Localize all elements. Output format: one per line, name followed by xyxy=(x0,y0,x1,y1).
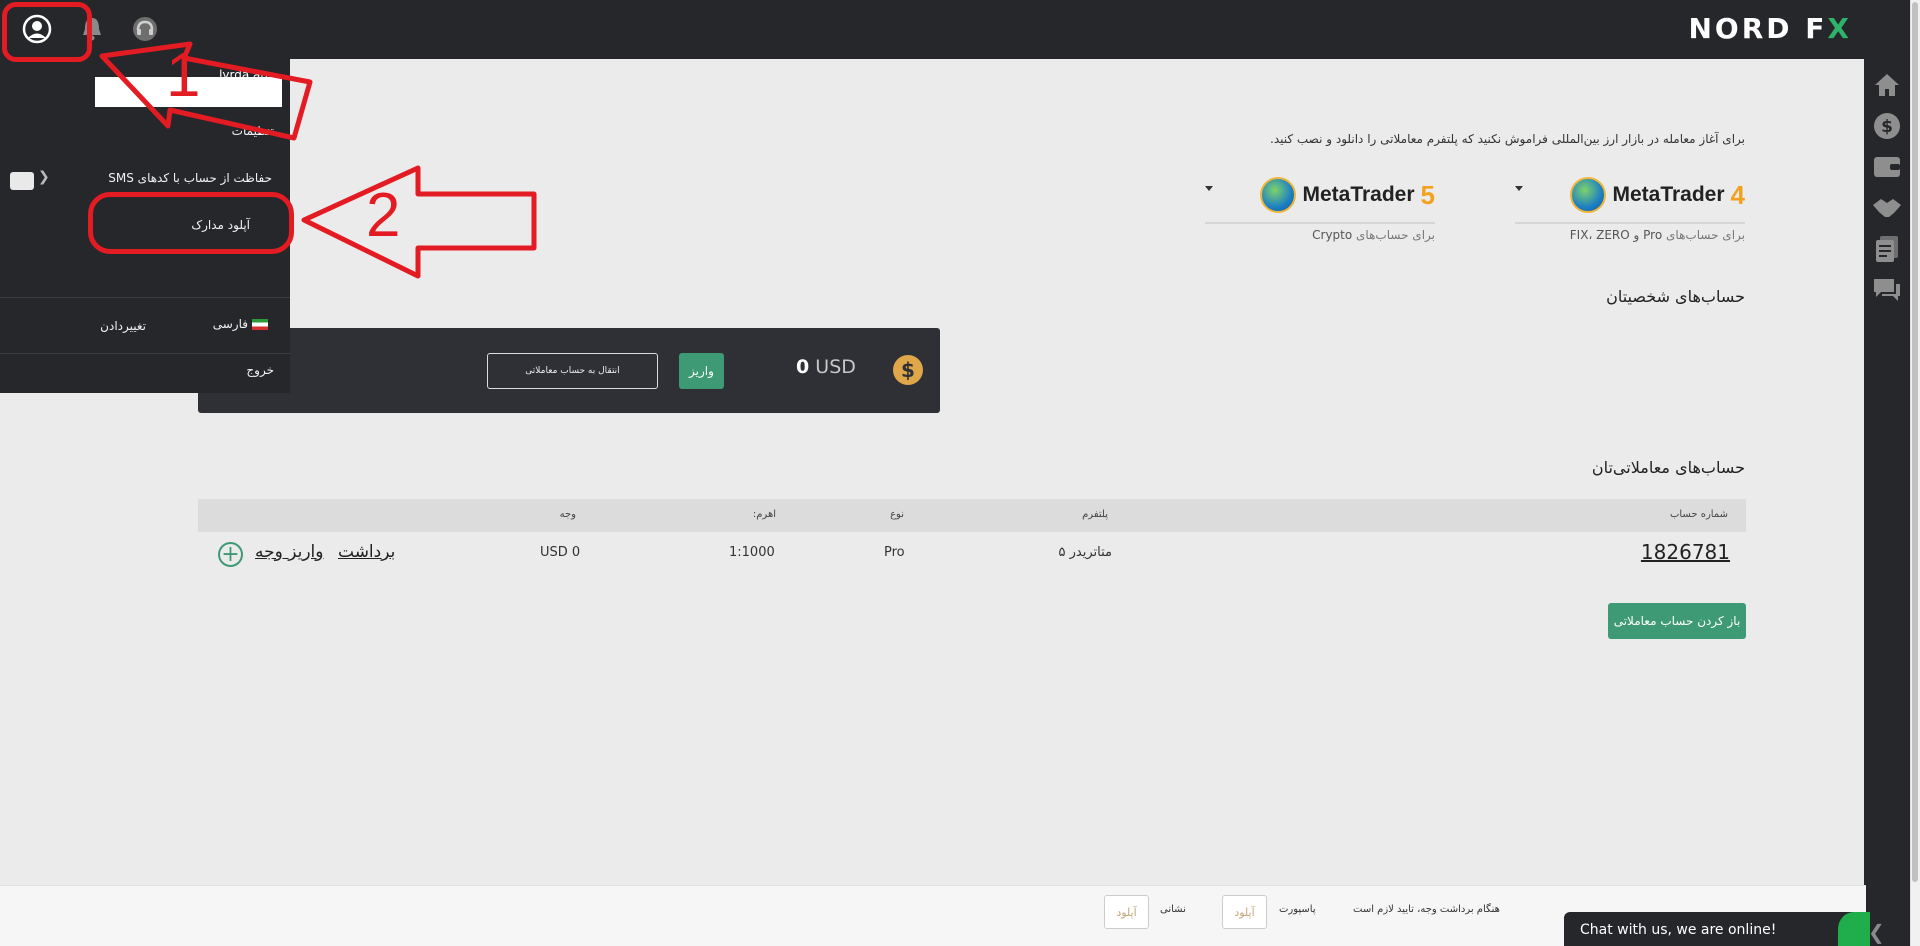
annotation-number-1: 1 xyxy=(166,41,201,110)
annotation-arrow-1 xyxy=(99,41,537,279)
annotation-number-2: 2 xyxy=(366,181,401,250)
